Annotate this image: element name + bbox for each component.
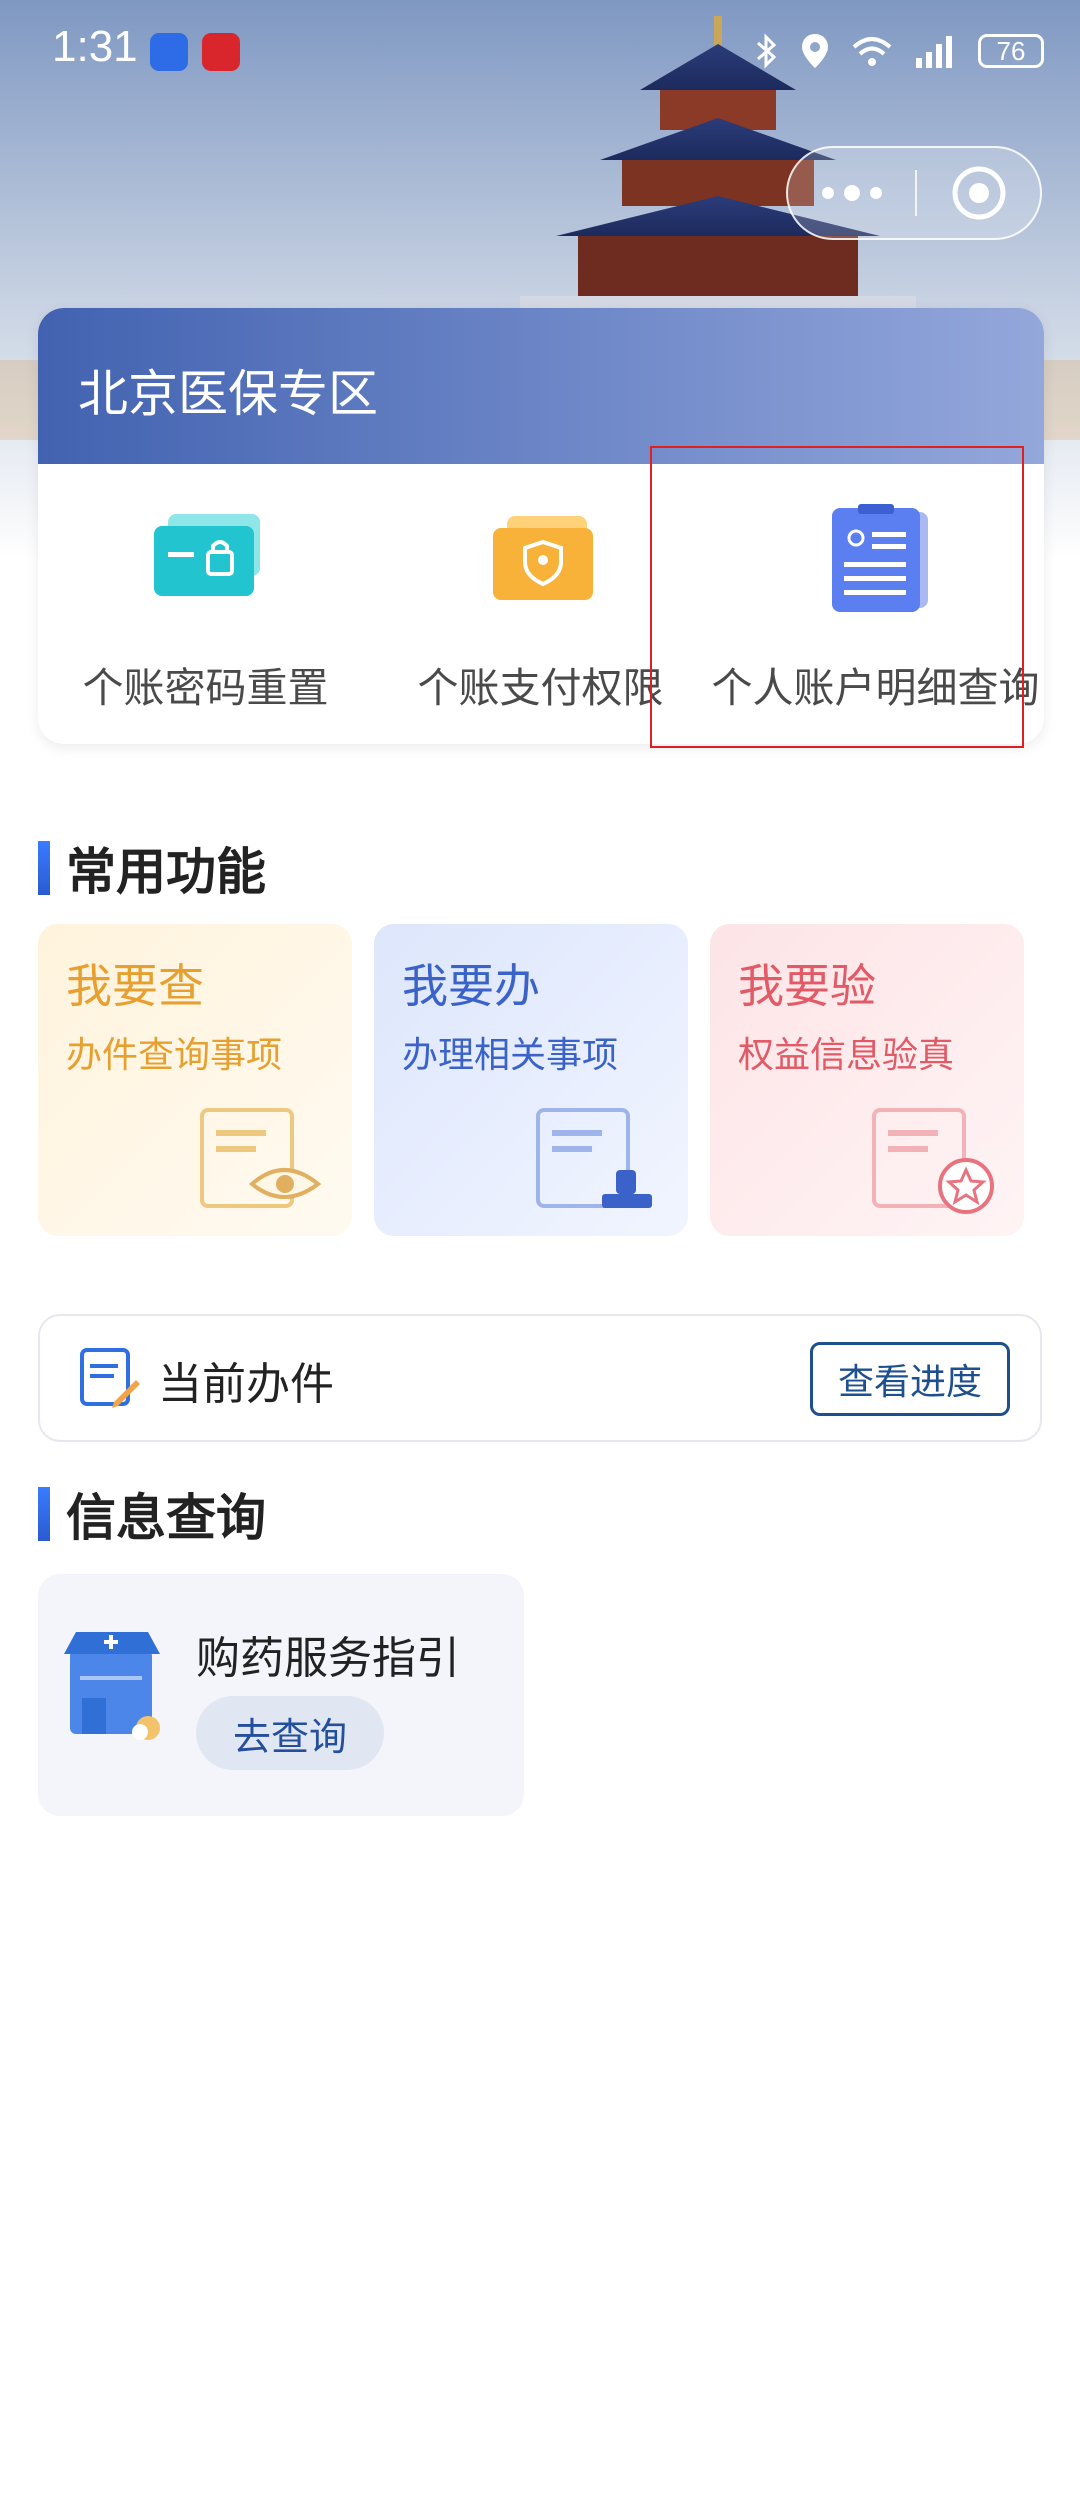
current-task-label: 当前办件 [158,1359,334,1410]
pharmacy-store-icon [64,1632,160,1740]
shield-card-icon [492,516,593,600]
function-card-title: 我要办 [402,959,540,1013]
document-star-icon [872,1108,994,1214]
section-title-text: 信息查询 [66,1489,266,1547]
document-pen-icon [80,1348,140,1408]
section-title-text: 常用功能 [66,843,266,901]
medicine-guide-card[interactable]: 购药服务指引 去查询 [38,1574,524,1816]
zone-header: 北京医保专区 [38,308,1044,464]
app-notification-icon-2 [202,33,240,71]
signal-icon [916,36,952,68]
document-stamp-icon [536,1108,652,1208]
go-query-button[interactable]: 去查询 [196,1696,384,1770]
function-card-verify[interactable]: 我要验 权益信息验真 [710,924,1024,1236]
section-accent-bar [38,841,50,895]
zone-item-password-reset[interactable]: 个账密码重置 [38,464,373,744]
battery-level: 76 [996,35,1026,66]
status-bar: 1:31 76 [0,0,1080,100]
zone-item-label: 个账密码重置 [82,664,329,712]
document-eye-icon [200,1108,322,1208]
function-card-subtitle: 办理相关事项 [402,1035,619,1076]
function-card-title: 我要查 [66,959,204,1013]
section-title-info: 信息查询 [38,1484,266,1547]
close-miniprogram-button[interactable] [917,148,1040,238]
highlight-box [650,446,1024,748]
function-card-subtitle: 权益信息验真 [738,1035,955,1076]
miniprogram-capsule [786,146,1042,240]
card-lock-icon [153,514,260,596]
status-time: 1:31 [52,22,138,71]
target-close-icon [952,166,1005,220]
current-task-bar: 当前办件 查看进度 [38,1314,1042,1442]
bluetooth-icon [757,33,777,69]
section-title-common: 常用功能 [38,838,266,901]
medicine-guide-label: 购药服务指引 [196,1633,460,1684]
function-card-subtitle: 办件查询事项 [66,1035,283,1076]
location-icon [802,34,828,68]
view-progress-button[interactable]: 查看进度 [810,1342,1010,1416]
app-notification-icon [150,33,188,71]
function-card-handle[interactable]: 我要办 办理相关事项 [374,924,688,1236]
section-accent-bar [38,1487,50,1541]
zone-title: 北京医保专区 [78,365,378,423]
function-card-title: 我要验 [738,959,876,1013]
more-dots-icon [821,185,882,201]
function-card-query[interactable]: 我要查 办件查询事项 [38,924,352,1236]
more-button[interactable] [788,148,915,238]
battery-indicator: 76 [978,34,1044,68]
wifi-icon [852,37,892,66]
